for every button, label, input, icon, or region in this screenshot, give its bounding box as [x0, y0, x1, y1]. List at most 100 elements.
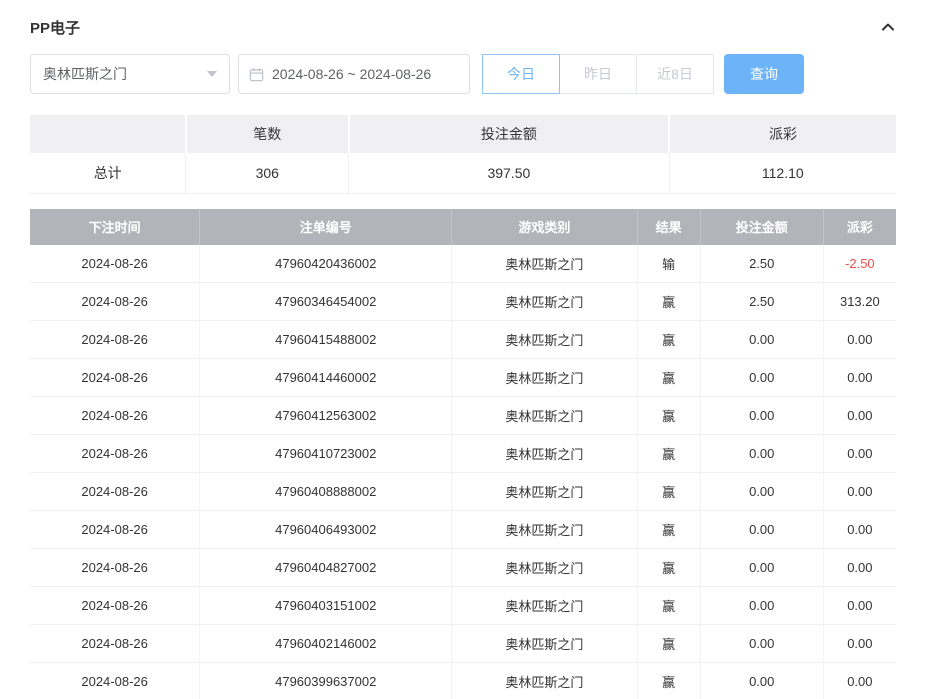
table-row: 2024-08-26 47960408888002 奥林匹斯之门 赢 0.00 … [30, 473, 896, 511]
bet-time-cell: 2024-08-26 [30, 473, 200, 511]
bet-time-cell: 2024-08-26 [30, 359, 200, 397]
bet-time-cell: 2024-08-26 [30, 663, 200, 699]
result-cell: 赢 [637, 435, 700, 473]
payout-cell: -2.50 [823, 245, 896, 283]
summary-total-label: 总计 [30, 153, 186, 193]
bet-table-header-row: 下注时间 注单编号 游戏类别 结果 投注金额 派彩 [30, 209, 896, 245]
payout-cell: 313.20 [823, 283, 896, 321]
result-cell: 赢 [637, 663, 700, 699]
bet-id-cell: 47960403151002 [200, 587, 452, 625]
bet-amount-cell: 0.00 [700, 549, 823, 587]
table-row: 2024-08-26 47960406493002 奥林匹斯之门 赢 0.00 … [30, 511, 896, 549]
payout-cell: 0.00 [823, 625, 896, 663]
header-bet-amount: 投注金额 [700, 209, 823, 245]
result-cell: 赢 [637, 283, 700, 321]
bet-amount-cell: 0.00 [700, 663, 823, 699]
calendar-icon [249, 67, 264, 82]
bet-time-cell: 2024-08-26 [30, 625, 200, 663]
chevron-down-icon [207, 71, 217, 77]
table-row: 2024-08-26 47960399637002 奥林匹斯之门 赢 0.00 … [30, 663, 896, 699]
table-row: 2024-08-26 47960410723002 奥林匹斯之门 赢 0.00 … [30, 435, 896, 473]
summary-header-empty [30, 115, 186, 153]
bet-amount-cell: 2.50 [700, 283, 823, 321]
bet-id-cell: 47960420436002 [200, 245, 452, 283]
bet-time-cell: 2024-08-26 [30, 511, 200, 549]
table-row: 2024-08-26 47960402146002 奥林匹斯之门 赢 0.00 … [30, 625, 896, 663]
summary-total-payout: 112.10 [669, 153, 896, 193]
result-cell: 赢 [637, 473, 700, 511]
bet-time-cell: 2024-08-26 [30, 245, 200, 283]
payout-cell: 0.00 [823, 511, 896, 549]
payout-cell: 0.00 [823, 663, 896, 699]
panel-header: PP电子 [30, 12, 896, 42]
result-cell: 赢 [637, 511, 700, 549]
chevron-up-icon [880, 19, 896, 35]
summary-header-bet-amount: 投注金额 [349, 115, 669, 153]
result-cell: 输 [637, 245, 700, 283]
payout-cell: 0.00 [823, 549, 896, 587]
result-cell: 赢 [637, 359, 700, 397]
table-row: 2024-08-26 47960420436002 奥林匹斯之门 输 2.50 … [30, 245, 896, 283]
result-cell: 赢 [637, 321, 700, 359]
bet-amount-cell: 0.00 [700, 359, 823, 397]
summary-table: 笔数 投注金额 派彩 总计 306 397.50 112.10 [30, 115, 896, 194]
bet-id-cell: 47960402146002 [200, 625, 452, 663]
bet-time-cell: 2024-08-26 [30, 397, 200, 435]
bet-amount-cell: 0.00 [700, 321, 823, 359]
last-8-days-button[interactable]: 近8日 [636, 54, 714, 94]
payout-cell: 0.00 [823, 359, 896, 397]
filter-bar: 奥林匹斯之门 2024-08-26 ~ 2024-08-26 今日 昨日 近8日… [30, 54, 896, 94]
summary-header-payout: 派彩 [669, 115, 896, 153]
payout-cell: 0.00 [823, 397, 896, 435]
table-row: 2024-08-26 47960404827002 奥林匹斯之门 赢 0.00 … [30, 549, 896, 587]
summary-header-count: 笔数 [186, 115, 349, 153]
payout-cell: 0.00 [823, 321, 896, 359]
header-bet-time: 下注时间 [30, 209, 200, 245]
table-row: 2024-08-26 47960412563002 奥林匹斯之门 赢 0.00 … [30, 397, 896, 435]
bet-amount-cell: 0.00 [700, 473, 823, 511]
payout-cell: 0.00 [823, 587, 896, 625]
bet-id-cell: 47960415488002 [200, 321, 452, 359]
bet-amount-cell: 0.00 [700, 435, 823, 473]
page-title: PP电子 [30, 17, 80, 38]
date-range-input[interactable]: 2024-08-26 ~ 2024-08-26 [238, 54, 470, 94]
bet-id-cell: 47960404827002 [200, 549, 452, 587]
yesterday-button[interactable]: 昨日 [559, 54, 637, 94]
game-type-cell: 奥林匹斯之门 [452, 663, 637, 699]
result-cell: 赢 [637, 587, 700, 625]
table-row: 2024-08-26 47960346454002 奥林匹斯之门 赢 2.50 … [30, 283, 896, 321]
result-cell: 赢 [637, 549, 700, 587]
bet-id-cell: 47960410723002 [200, 435, 452, 473]
bet-amount-cell: 0.00 [700, 397, 823, 435]
table-row: 2024-08-26 47960415488002 奥林匹斯之门 赢 0.00 … [30, 321, 896, 359]
bet-id-cell: 47960408888002 [200, 473, 452, 511]
summary-total-bet-amount: 397.50 [349, 153, 669, 193]
report-panel: PP电子 奥林匹斯之门 2024-08-26 ~ 2024-08-26 今日 昨… [0, 0, 926, 699]
bet-table: 下注时间 注单编号 游戏类别 结果 投注金额 派彩 2024-08-26 479… [30, 209, 896, 699]
header-result: 结果 [637, 209, 700, 245]
game-type-cell: 奥林匹斯之门 [452, 587, 637, 625]
collapse-button[interactable] [880, 19, 896, 35]
game-type-cell: 奥林匹斯之门 [452, 321, 637, 359]
bet-time-cell: 2024-08-26 [30, 549, 200, 587]
date-range-value: 2024-08-26 ~ 2024-08-26 [272, 66, 431, 82]
header-payout: 派彩 [823, 209, 896, 245]
game-type-cell: 奥林匹斯之门 [452, 397, 637, 435]
game-type-cell: 奥林匹斯之门 [452, 435, 637, 473]
search-button[interactable]: 查询 [724, 54, 804, 94]
table-row: 2024-08-26 47960414460002 奥林匹斯之门 赢 0.00 … [30, 359, 896, 397]
bet-table-body: 2024-08-26 47960420436002 奥林匹斯之门 输 2.50 … [30, 245, 896, 699]
bet-id-cell: 47960414460002 [200, 359, 452, 397]
summary-total-row: 总计 306 397.50 112.10 [30, 153, 896, 193]
game-type-cell: 奥林匹斯之门 [452, 511, 637, 549]
today-button[interactable]: 今日 [482, 54, 560, 94]
payout-cell: 0.00 [823, 435, 896, 473]
header-game-type: 游戏类别 [452, 209, 637, 245]
bet-id-cell: 47960346454002 [200, 283, 452, 321]
bet-amount-cell: 0.00 [700, 587, 823, 625]
table-row: 2024-08-26 47960403151002 奥林匹斯之门 赢 0.00 … [30, 587, 896, 625]
bet-time-cell: 2024-08-26 [30, 587, 200, 625]
game-type-cell: 奥林匹斯之门 [452, 473, 637, 511]
game-select[interactable]: 奥林匹斯之门 [30, 54, 230, 94]
result-cell: 赢 [637, 397, 700, 435]
